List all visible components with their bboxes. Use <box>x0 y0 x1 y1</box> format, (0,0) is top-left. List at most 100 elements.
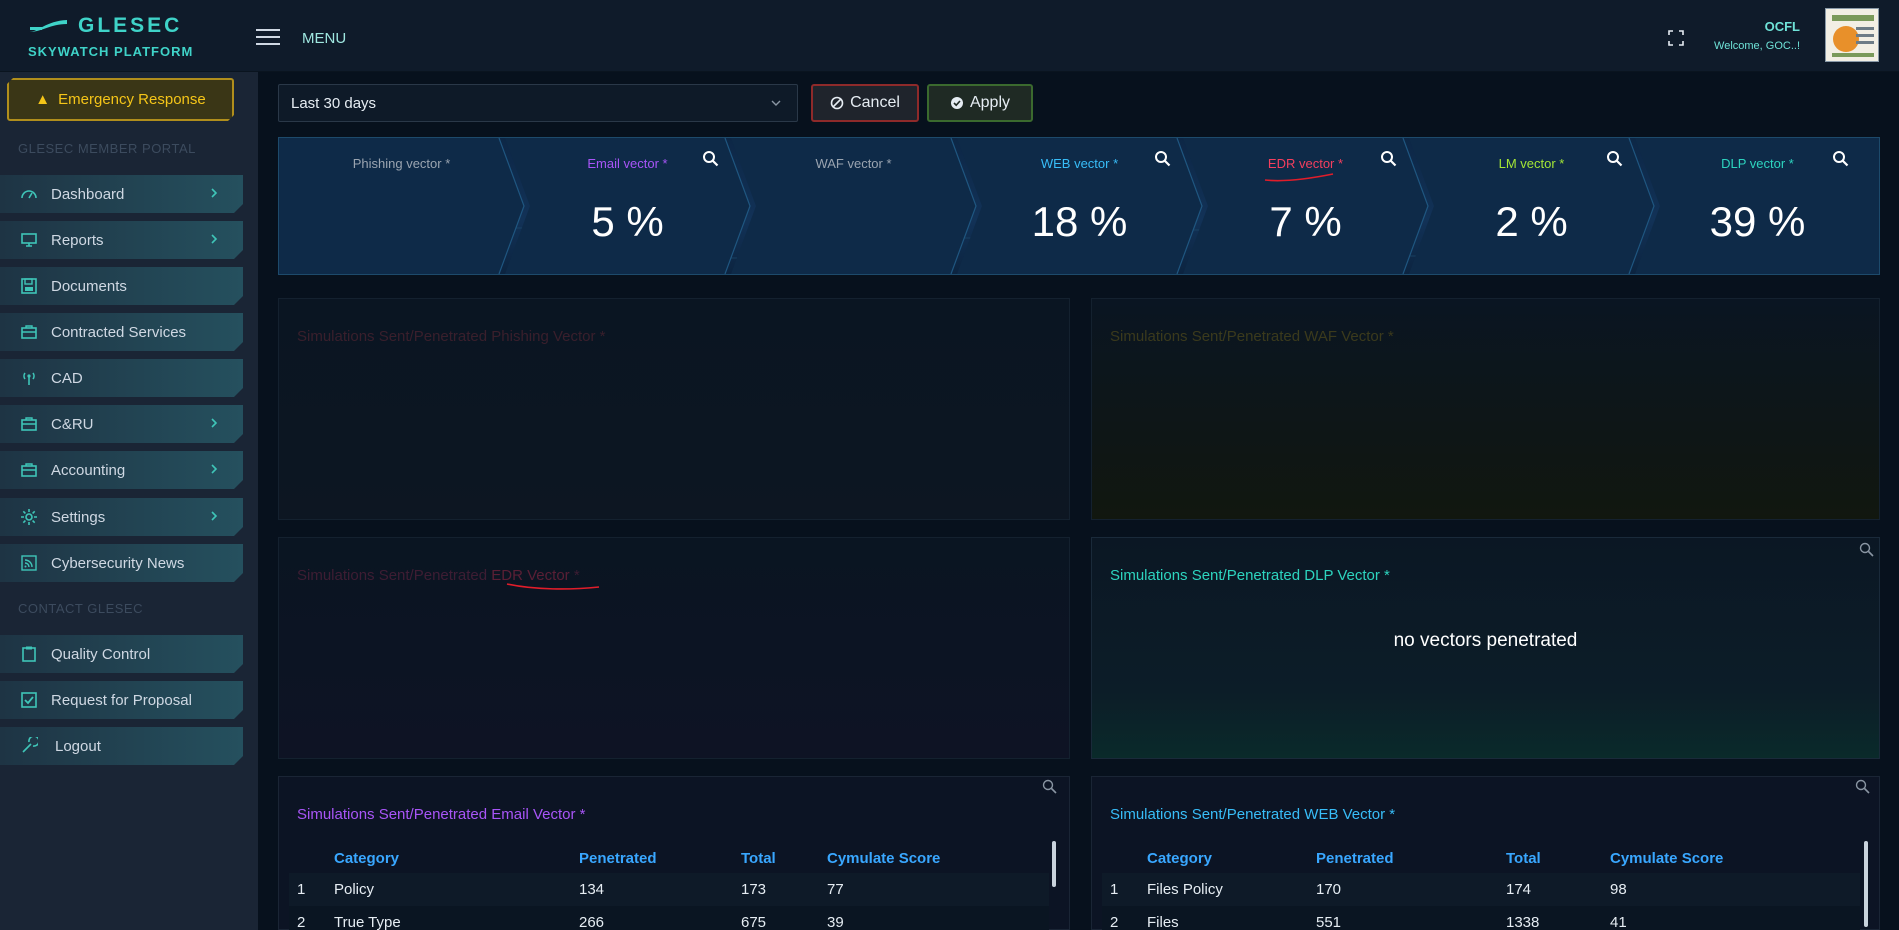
table-cell: 1 <box>1110 881 1119 898</box>
table-row[interactable]: 2 True Type 266 675 39 <box>289 906 1049 930</box>
search-icon[interactable] <box>702 150 719 167</box>
checkbox-icon <box>20 691 38 709</box>
panel-title-prefix: Simulations Sent/Penetrated <box>297 567 492 584</box>
ban-icon <box>830 96 844 110</box>
date-range-select[interactable]: Last 30 days <box>278 84 798 122</box>
brand-platform: SKYWATCH PLATFORM <box>28 44 194 59</box>
check-circle-icon <box>950 97 963 109</box>
column-header[interactable]: Category <box>334 843 579 873</box>
chevron-right-icon <box>209 233 219 245</box>
column-header[interactable]: Cymulate Score <box>1610 843 1860 873</box>
search-icon[interactable] <box>1042 779 1057 794</box>
monitor-icon <box>20 231 38 249</box>
table-cell: 551 <box>1316 914 1342 930</box>
panel-title: Simulations Sent/Penetrated Phishing Vec… <box>297 328 606 345</box>
vector-value: 18 % <box>1031 198 1128 245</box>
table-cell: 39 <box>827 914 844 930</box>
vector-label: Phishing vector * <box>352 156 451 171</box>
vector-card-dlp[interactable]: DLP vector * 39 % <box>1635 138 1880 274</box>
table-cell: Files <box>1147 914 1179 930</box>
emergency-response-label: Emergency Response <box>58 91 206 108</box>
sidebar-item-label: Documents <box>51 277 127 295</box>
clipboard-icon <box>20 645 38 663</box>
column-header[interactable] <box>1102 843 1147 873</box>
table-cell: 41 <box>1610 914 1627 930</box>
brand-logo[interactable]: GLESEC SKYWATCH PLATFORM <box>28 14 228 59</box>
vector-card-web[interactable]: WEB vector * 18 % <box>957 138 1202 274</box>
email-vector-table: Category Penetrated Total Cymulate Score… <box>289 843 1049 930</box>
chevron-down-icon <box>771 100 781 106</box>
apply-button[interactable]: Apply <box>927 84 1033 122</box>
table-row[interactable]: 2 Files 551 1338 41 <box>1102 906 1860 930</box>
vector-summary-strip: Phishing vector * Email vector * 5 % WAF… <box>278 137 1880 275</box>
sidebar-item-reports[interactable]: Reports <box>0 221 243 259</box>
vector-card-waf[interactable]: WAF vector * <box>731 138 976 274</box>
sidebar-item-label: Reports <box>51 231 104 249</box>
search-icon[interactable] <box>1606 150 1623 167</box>
vector-card-lm[interactable]: LM vector * 2 % <box>1409 138 1654 274</box>
column-header[interactable]: Penetrated <box>579 843 741 873</box>
table-row[interactable]: 1 Files Policy 170 174 98 <box>1102 873 1860 906</box>
sidebar-item-cad[interactable]: CAD <box>0 359 243 397</box>
search-icon[interactable] <box>1832 150 1849 167</box>
sidebar-item-accounting[interactable]: Accounting <box>0 451 243 489</box>
hamburger-menu-icon[interactable] <box>256 29 280 47</box>
vector-card-phishing[interactable]: Phishing vector * <box>279 138 524 274</box>
briefcase-icon <box>20 323 38 341</box>
cancel-button[interactable]: Cancel <box>811 84 919 122</box>
sidebar-item-request-for-proposal[interactable]: Request for Proposal <box>0 681 243 719</box>
search-icon[interactable] <box>1855 779 1870 794</box>
column-header[interactable]: Total <box>741 843 827 873</box>
top-bar: GLESEC SKYWATCH PLATFORM MENU OCFL Welco… <box>0 0 1899 72</box>
annotation-underline <box>1264 173 1334 182</box>
apply-label: Apply <box>969 94 1011 111</box>
panel-title: Simulations Sent/Penetrated WAF Vector * <box>1110 328 1394 345</box>
table-cell: 134 <box>579 881 605 898</box>
web-vector-table: Category Penetrated Total Cymulate Score… <box>1102 843 1860 930</box>
dashboard-icon <box>20 185 38 203</box>
column-header[interactable]: Total <box>1506 843 1610 873</box>
avatar[interactable] <box>1825 8 1879 62</box>
scrollbar-thumb[interactable] <box>1864 841 1868 927</box>
sidebar-item-cybersecurity-news[interactable]: Cybersecurity News <box>0 544 243 582</box>
search-icon[interactable] <box>1859 542 1874 557</box>
save-icon <box>20 277 38 295</box>
antenna-icon <box>20 369 38 387</box>
vector-card-email[interactable]: Email vector * 5 % <box>505 138 750 274</box>
vector-label: WAF vector * <box>815 156 892 171</box>
gear-icon <box>20 508 38 526</box>
column-header[interactable]: Category <box>1147 843 1316 873</box>
sidebar-item-logout[interactable]: Logout <box>0 727 243 765</box>
sidebar-item-contracted-services[interactable]: Contracted Services <box>0 313 243 351</box>
search-icon[interactable] <box>1380 150 1397 167</box>
table-cell: 77 <box>827 881 844 898</box>
sidebar-item-documents[interactable]: Documents <box>0 267 243 305</box>
sidebar-item-dashboard[interactable]: Dashboard <box>0 175 243 213</box>
briefcase-icon <box>20 415 38 433</box>
vector-value: 39 % <box>1709 198 1806 245</box>
column-header[interactable]: Cymulate Score <box>827 843 1049 873</box>
table-row[interactable]: 1 Policy 134 173 77 <box>289 873 1049 906</box>
annotation-underline <box>506 583 600 590</box>
table-cell: 1338 <box>1506 914 1540 930</box>
search-icon[interactable] <box>1154 150 1171 167</box>
emergency-response-button[interactable]: ▲ Emergency Response <box>7 78 234 121</box>
fullscreen-icon[interactable] <box>1668 30 1684 46</box>
member-portal-label: GLESEC MEMBER PORTAL <box>18 141 196 156</box>
sidebar-item-label: Cybersecurity News <box>51 554 185 572</box>
column-header[interactable] <box>289 843 334 873</box>
menu-label[interactable]: MENU <box>302 30 346 47</box>
welcome-text: Welcome, GOC..! <box>1714 40 1800 52</box>
sidebar-item-cru[interactable]: C&RU <box>0 405 243 443</box>
sidebar-item-settings[interactable]: Settings <box>0 498 243 536</box>
table-cell: Policy <box>334 881 375 898</box>
vector-card-edr[interactable]: EDR vector * 7 % <box>1183 138 1428 274</box>
sidebar-item-quality-control[interactable]: Quality Control <box>0 635 243 673</box>
column-header[interactable]: Penetrated <box>1316 843 1506 873</box>
rss-icon <box>20 554 38 572</box>
sidebar-item-label: Accounting <box>51 461 126 479</box>
sidebar-item-label: CAD <box>51 369 83 387</box>
panel-title: Simulations Sent/Penetrated Email Vector… <box>297 806 586 823</box>
contact-glesec-label: CONTACT GLESEC <box>18 601 143 616</box>
scrollbar-thumb[interactable] <box>1052 841 1056 887</box>
